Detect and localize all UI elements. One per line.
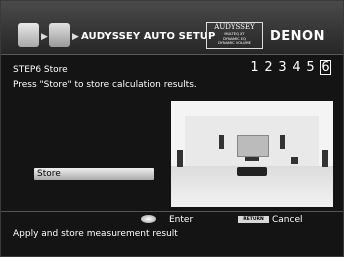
speaker-room-illustration xyxy=(171,101,333,207)
front-left-speaker-icon xyxy=(219,135,224,149)
step-indicator: 1 2 3 4 5 6 xyxy=(250,60,331,75)
step-number: 5 xyxy=(306,60,315,75)
arrow-right-icon: ▶ xyxy=(41,32,48,42)
microphone-icon xyxy=(18,23,39,47)
audyssey-logo: AUDYSSEY MULTEQ XT DYNAMIC EQ DYNAMIC VO… xyxy=(206,22,263,49)
surround-left-speaker-icon xyxy=(177,150,183,167)
return-key-icon: RETURN xyxy=(238,216,269,223)
audyssey-logo-line: DYNAMIC VOLUME xyxy=(218,41,251,46)
center-speaker-icon xyxy=(245,157,259,161)
enter-label: Enter xyxy=(169,215,194,225)
cancel-label: Cancel xyxy=(272,215,303,225)
tv-illustration xyxy=(237,135,269,157)
denon-logo: DENON xyxy=(270,29,325,44)
app-title: AUDYSSEY AUTO SETUP xyxy=(81,31,216,42)
audyssey-setup-screen: ▶ ▶ AUDYSSEY AUTO SETUP AUDYSSEY MULTEQ … xyxy=(0,0,344,257)
step-number: 4 xyxy=(292,60,301,75)
audyssey-logo-brand: AUDYSSEY xyxy=(214,23,255,31)
arrow-right-icon: ▶ xyxy=(72,32,79,42)
speaker-icon xyxy=(49,23,70,47)
surround-right-speaker-icon xyxy=(322,150,328,167)
subwoofer-icon xyxy=(291,157,298,164)
step-number: 1 xyxy=(250,60,259,75)
instruction-text: Press "Store" to store calculation resul… xyxy=(13,80,197,90)
store-button[interactable]: Store xyxy=(34,168,154,180)
front-right-speaker-icon xyxy=(280,135,285,149)
header-bar: ▶ ▶ AUDYSSEY AUTO SETUP AUDYSSEY MULTEQ … xyxy=(1,1,343,55)
sofa-illustration xyxy=(237,167,267,176)
step-number: 2 xyxy=(264,60,273,75)
step-title: STEP6 Store xyxy=(13,65,68,75)
footer-divider xyxy=(1,211,343,212)
status-text: Apply and store measurement result xyxy=(13,229,178,239)
step-number: 3 xyxy=(278,60,287,75)
enter-button-icon xyxy=(141,215,156,223)
step-number: 6 xyxy=(320,60,331,75)
